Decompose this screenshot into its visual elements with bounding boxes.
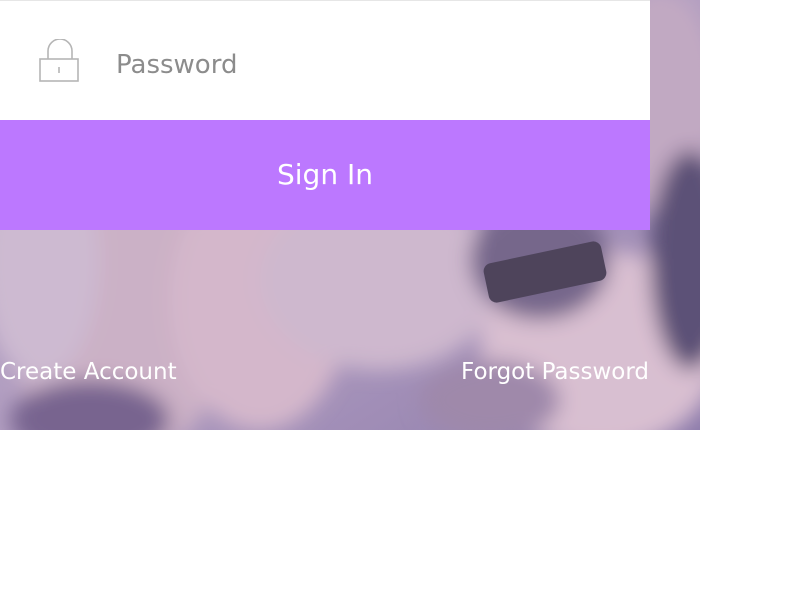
forgot-password-link[interactable]: Forgot Password [461, 356, 649, 388]
login-panel: Sign In Create Account Forgot Password [0, 0, 700, 430]
password-input[interactable] [116, 41, 616, 89]
password-row[interactable] [0, 0, 650, 120]
lock-icon [39, 38, 81, 83]
sign-in-button[interactable]: Sign In [0, 120, 650, 230]
create-account-link[interactable]: Create Account [0, 356, 177, 388]
